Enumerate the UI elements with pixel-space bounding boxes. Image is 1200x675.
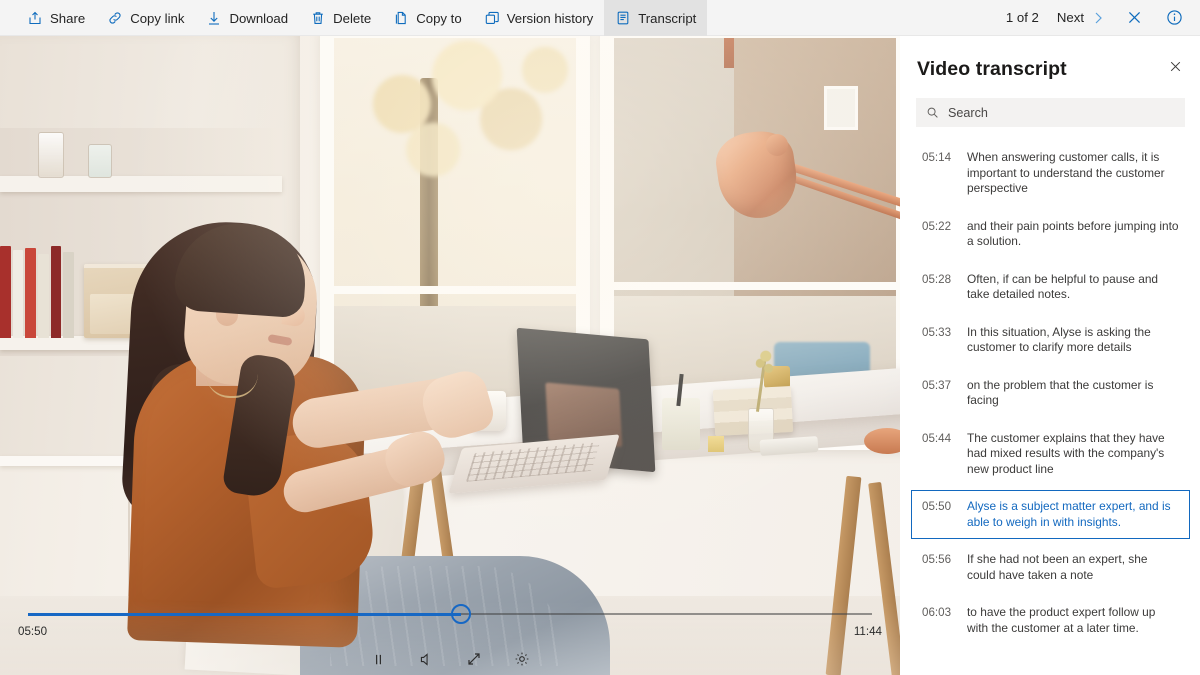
next-label: Next — [1056, 10, 1084, 25]
version-history-button[interactable]: Version history — [473, 0, 605, 36]
command-bar-actions: Share Copy link Download Delete Copy to … — [0, 0, 708, 36]
transcript-entry-text: to have the product expert follow up wit… — [967, 605, 1156, 635]
volume-icon — [419, 652, 434, 667]
copy-to-label: Copy to — [416, 10, 462, 26]
content-area: 05:50 11:44 Video transcript Search 05:1… — [0, 36, 1200, 675]
search-placeholder: Search — [948, 105, 988, 120]
seek-progress — [28, 613, 461, 616]
transcript-entry-time: 05:14 — [922, 151, 952, 164]
transcript-entry-time: 05:37 — [922, 378, 952, 392]
transcript-entry[interactable]: 06:03 to have the product expert follow u… — [911, 596, 1190, 645]
link-icon — [107, 10, 123, 26]
share-button[interactable]: Share — [16, 0, 96, 36]
close-panel-button[interactable] — [1164, 58, 1186, 80]
transcript-entry[interactable]: 05:22 and their pain points before jumpin… — [911, 210, 1190, 259]
next-button[interactable]: Next — [1049, 0, 1114, 36]
transcript-panel: Video transcript Search 05:14 When answe… — [900, 36, 1200, 675]
video-transcript-app: Share Copy link Download Delete Copy to … — [0, 0, 1200, 675]
search-area: Search — [901, 81, 1200, 127]
history-icon — [484, 10, 500, 26]
volume-button[interactable] — [413, 646, 439, 672]
gear-icon — [514, 651, 530, 667]
player-controls: 05:50 11:44 — [0, 601, 900, 675]
transcript-entry[interactable]: 05:33 In this situation, Alyse is asking … — [911, 316, 1190, 365]
transcript-entry[interactable]: 05:14 When answering customer calls, it i… — [911, 141, 1190, 206]
copy-link-label: Copy link — [130, 10, 185, 26]
transcript-entry-text: If she had not been an expert, she could… — [967, 552, 1148, 582]
transcript-entry[interactable]: 05:56 If she had not been an expert, she … — [911, 543, 1190, 592]
transcript-entry-time: 05:33 — [922, 325, 952, 339]
transcript-entry-text: and their pain points before jumping int… — [967, 218, 1179, 249]
seek-thumb[interactable] — [450, 604, 471, 624]
info-button[interactable] — [1154, 0, 1194, 36]
transcript-entry-text: on the problem that the customer is faci… — [967, 377, 1154, 408]
close-icon — [1126, 9, 1143, 26]
transcript-entry-text: Alyse is a subject matter expert, and is… — [967, 499, 1171, 529]
trash-icon — [310, 10, 326, 26]
transcript-entry-time: 06:03 — [922, 606, 952, 619]
search-icon — [926, 106, 939, 119]
close-preview-button[interactable] — [1114, 0, 1154, 36]
fullscreen-button[interactable] — [461, 646, 487, 672]
video-player[interactable]: 05:50 11:44 — [0, 36, 900, 675]
transcript-list[interactable]: 05:14 When answering customer calls, it i… — [901, 127, 1200, 675]
transcript-entry-text: Often, if can be helpful to pause and ta… — [967, 271, 1159, 302]
search-input[interactable]: Search — [916, 98, 1185, 127]
command-bar: Share Copy link Download Delete Copy to … — [0, 0, 1200, 36]
transcript-entry-time: 05:50 — [922, 500, 952, 513]
download-button[interactable]: Download — [195, 0, 299, 36]
info-icon — [1166, 9, 1183, 26]
seek-bar[interactable] — [14, 601, 886, 627]
copy-to-button[interactable]: Copy to — [382, 0, 472, 36]
transcript-entry-text: When answering customer calls, it is imp… — [967, 150, 1165, 195]
chevron-right-icon — [1090, 10, 1106, 26]
transcript-entry-time: 05:44 — [922, 431, 952, 445]
command-bar-right: 1 of 2 Next — [996, 0, 1200, 35]
page-indicator: 1 of 2 — [1005, 10, 1039, 25]
copy-link-button[interactable]: Copy link — [96, 0, 195, 36]
transcript-icon — [615, 10, 631, 26]
settings-button[interactable] — [509, 646, 535, 672]
transcript-entry[interactable]: 05:44 The customer explains that they hav… — [911, 422, 1190, 487]
transcript-entry-text: In this situation, Alyse is asking the c… — [967, 324, 1151, 355]
delete-button[interactable]: Delete — [299, 0, 382, 36]
delete-label: Delete — [333, 10, 372, 26]
video-frame-image — [0, 36, 900, 675]
pause-button[interactable] — [365, 646, 391, 672]
share-label: Share — [50, 10, 86, 26]
transcript-entry-time: 05:56 — [922, 553, 952, 566]
transcript-entry-time: 05:28 — [922, 272, 952, 286]
transcript-entry-time: 05:22 — [922, 219, 952, 233]
copy-icon — [393, 10, 409, 26]
panel-title: Video transcript — [917, 58, 1067, 80]
transcript-button[interactable]: Transcript — [604, 0, 708, 36]
transcript-entry[interactable]: 05:37 on the problem that the customer is… — [911, 369, 1190, 418]
download-icon — [206, 10, 222, 26]
pause-icon — [371, 652, 386, 667]
download-label: Download — [229, 10, 289, 26]
expand-icon — [466, 651, 482, 667]
transcript-entry-text: The customer explains that they have had… — [967, 430, 1165, 476]
transcript-panel-header: Video transcript — [901, 36, 1200, 81]
transcript-label: Transcript — [638, 10, 697, 26]
close-icon — [1168, 59, 1183, 79]
share-icon — [27, 10, 43, 26]
transcript-entry[interactable]: 05:28 Often, if can be helpful to pause a… — [911, 263, 1190, 312]
control-buttons — [14, 646, 886, 672]
version-history-label: Version history — [506, 10, 594, 26]
transcript-entry[interactable]: 05:50 Alyse is a subject matter expert, a… — [911, 490, 1190, 539]
